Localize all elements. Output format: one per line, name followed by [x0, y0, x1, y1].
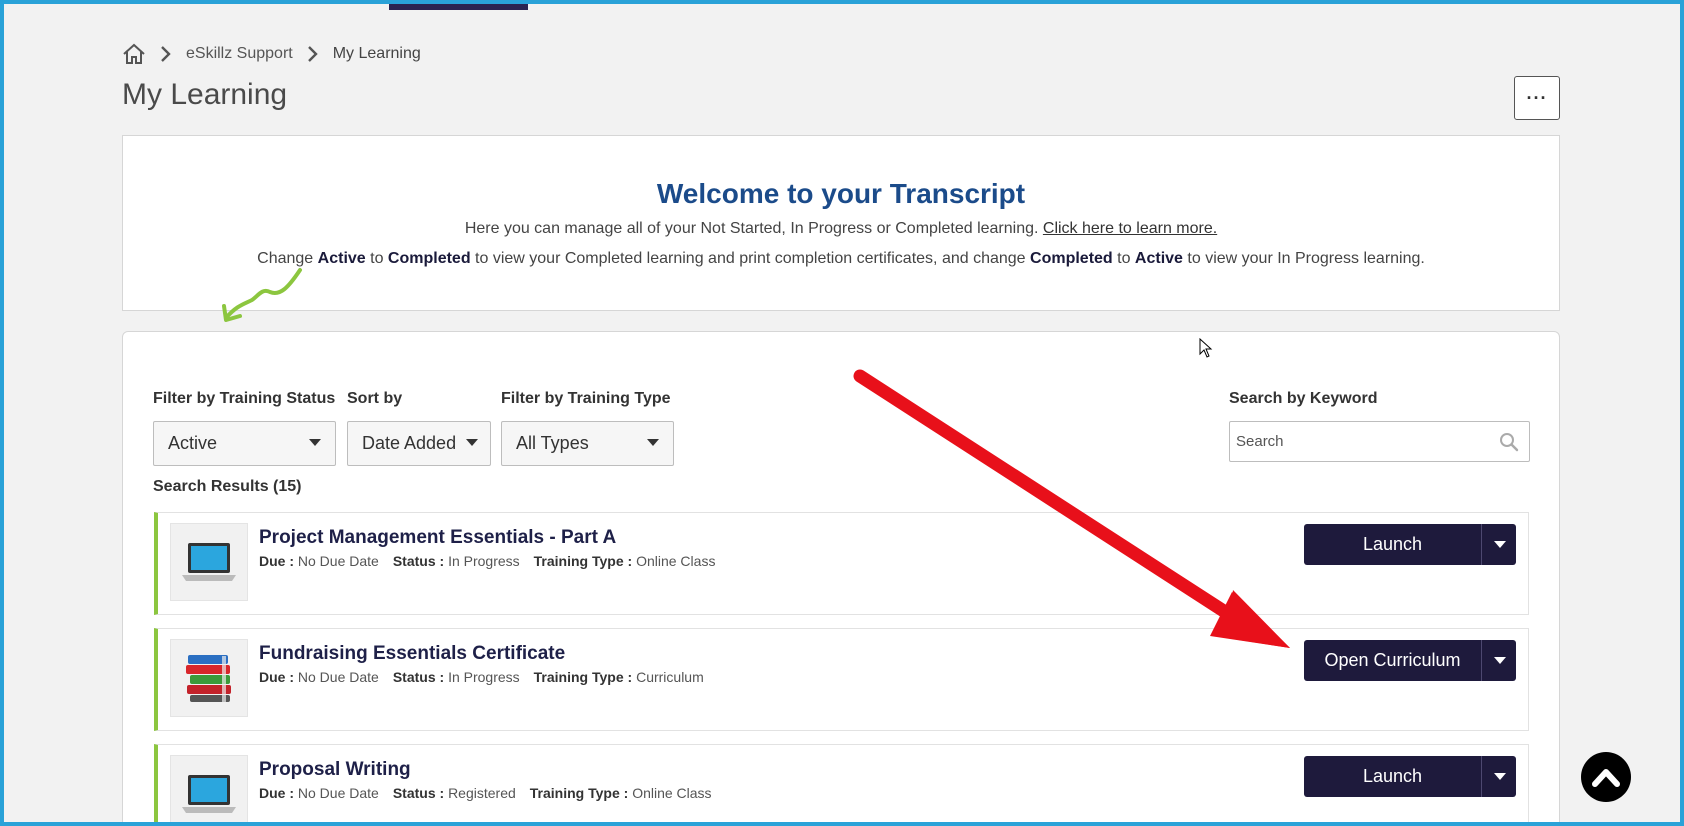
caret-down-icon — [309, 439, 321, 446]
instruction-bold: Active — [317, 250, 366, 267]
status-value: In Progress — [448, 669, 520, 685]
welcome-description-text: Here you can manage all of your Not Star… — [464, 220, 1043, 237]
learning-item-meta: Due : No Due Date Status : In Progress Tra… — [259, 553, 715, 569]
more-options-button[interactable]: ··· — [1514, 76, 1560, 120]
sort-by-value: Date Added — [362, 433, 457, 453]
training-type-value: All Types — [516, 433, 589, 453]
action-button-group: Launch — [1304, 756, 1516, 797]
instruction-text: to — [1112, 250, 1135, 267]
action-button-group: Open Curriculum — [1304, 640, 1516, 681]
instruction-bold: Completed — [1030, 250, 1113, 267]
caret-down-icon — [466, 439, 478, 446]
keyword-search-label: Search by Keyword — [1229, 390, 1378, 407]
learning-item-card: Fundraising Essentials Certificate Due :… — [154, 628, 1529, 731]
instruction-bold: Active — [1134, 250, 1183, 267]
training-type-label: Training Type : — [533, 553, 633, 569]
status-label: Status : — [392, 553, 445, 569]
mouse-cursor-icon — [1199, 338, 1213, 358]
instruction-text: Change — [257, 250, 318, 267]
welcome-description: Here you can manage all of your Not Star… — [123, 220, 1559, 238]
keyword-search-input[interactable] — [1230, 422, 1480, 461]
due-label: Due : — [259, 553, 294, 569]
laptop-icon — [170, 755, 248, 826]
learning-item-card: Project Management Essentials - Part A D… — [154, 512, 1529, 615]
chevron-right-icon — [307, 45, 319, 63]
training-status-filter-label: Filter by Training Status — [153, 390, 336, 407]
status-label: Status : — [392, 669, 445, 685]
due-value: No Due Date — [297, 553, 379, 569]
welcome-instructions: Change Active to Completed to view your … — [123, 250, 1559, 268]
welcome-title: Welcome to your Transcript — [656, 178, 1026, 209]
page-title: My Learning — [122, 78, 288, 111]
instruction-bold: Completed — [387, 250, 471, 267]
search-icon[interactable] — [1499, 432, 1519, 457]
caret-down-icon — [1494, 541, 1506, 548]
green-annotation-arrow-icon — [222, 268, 302, 322]
training-type-select[interactable]: All Types — [501, 421, 674, 466]
training-type-filter-label: Filter by Training Type — [501, 390, 671, 407]
due-value: No Due Date — [297, 785, 379, 801]
launch-button[interactable]: Launch — [1304, 524, 1481, 565]
learning-item-meta: Due : No Due Date Status : Registered Trai… — [259, 785, 712, 801]
sort-by-select[interactable]: Date Added — [347, 421, 491, 466]
learning-item-card: Proposal Writing Due : No Due Date Status… — [154, 744, 1529, 826]
keyword-search-box — [1229, 421, 1530, 462]
due-value: No Due Date — [297, 669, 379, 685]
status-value: In Progress — [448, 553, 520, 569]
learning-item-meta: Due : No Due Date Status : In Progress Tra… — [259, 669, 704, 685]
due-label: Due : — [259, 669, 294, 685]
instruction-text: to view your In Progress learning. — [1182, 250, 1425, 267]
breadcrumb-link-eskillz-support[interactable]: eSkillz Support — [186, 45, 293, 63]
laptop-icon — [170, 523, 248, 601]
chevron-right-icon — [160, 45, 172, 63]
learning-item-title[interactable]: Proposal Writing — [259, 759, 411, 781]
breadcrumb-current-my-learning: My Learning — [332, 45, 421, 62]
active-tab-indicator — [389, 4, 528, 10]
caret-down-icon — [647, 439, 659, 446]
instruction-text: to — [365, 250, 388, 267]
training-type-label: Training Type : — [529, 785, 629, 801]
action-button-group: Launch — [1304, 524, 1516, 565]
training-type-value: Online Class — [636, 553, 716, 569]
breadcrumb: eSkillz Support My Learning — [122, 42, 421, 66]
caret-down-icon — [1494, 657, 1506, 664]
search-results-count: Search Results (15) — [153, 478, 302, 495]
training-type-value: Online Class — [632, 785, 712, 801]
sort-by-label: Sort by — [347, 390, 403, 407]
training-status-select[interactable]: Active — [153, 421, 336, 466]
books-icon — [170, 639, 248, 717]
learn-more-link[interactable]: Click here to learn more. — [1043, 220, 1217, 237]
action-dropdown-toggle[interactable] — [1481, 640, 1516, 681]
chevron-up-icon — [1592, 769, 1620, 787]
action-dropdown-toggle[interactable] — [1481, 756, 1516, 797]
launch-button[interactable]: Launch — [1304, 756, 1481, 797]
welcome-panel: Welcome to your Transcript Here you can … — [122, 135, 1560, 311]
caret-down-icon — [1494, 773, 1506, 780]
scroll-to-top-button[interactable] — [1581, 752, 1631, 802]
action-dropdown-toggle[interactable] — [1481, 524, 1516, 565]
instruction-text: to view your Completed learning and prin… — [470, 250, 1031, 267]
training-status-value: Active — [168, 433, 218, 453]
status-label: Status : — [392, 785, 445, 801]
training-type-value: Curriculum — [636, 669, 704, 685]
status-value: Registered — [448, 785, 516, 801]
training-type-label: Training Type : — [533, 669, 633, 685]
due-label: Due : — [259, 785, 294, 801]
learning-item-title[interactable]: Fundraising Essentials Certificate — [259, 643, 565, 665]
open-curriculum-button[interactable]: Open Curriculum — [1304, 640, 1481, 681]
learning-item-title[interactable]: Project Management Essentials - Part A — [259, 527, 616, 549]
home-icon[interactable] — [122, 43, 146, 65]
